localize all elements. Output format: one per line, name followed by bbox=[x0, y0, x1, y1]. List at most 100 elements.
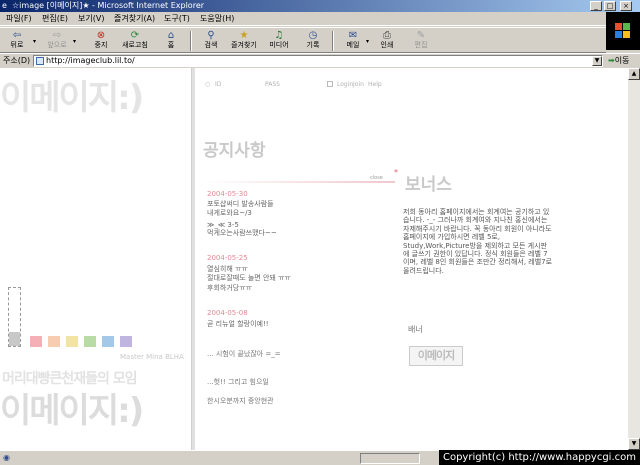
bonus-marker: * bbox=[394, 168, 398, 177]
notice-line[interactable]: ≫_≪ 3-5 bbox=[207, 221, 239, 229]
back-button[interactable]: ⇦ 뒤로 bbox=[2, 30, 32, 52]
color-swatch[interactable] bbox=[48, 336, 60, 347]
address-input[interactable]: http://imageclub.lil.to/ bbox=[33, 55, 603, 67]
printer-icon: ⎙ bbox=[383, 30, 391, 41]
notice-divider bbox=[203, 181, 395, 183]
join-link[interactable]: Join bbox=[353, 81, 364, 88]
notice-date: 2004-05-08 bbox=[207, 309, 248, 317]
color-swatch[interactable] bbox=[84, 336, 96, 347]
dashed-box-fill bbox=[9, 332, 20, 346]
edit-icon: ✎ bbox=[416, 30, 426, 41]
notice-close-link[interactable]: close bbox=[370, 175, 383, 181]
history-icon: ◷ bbox=[308, 30, 318, 41]
banner-image[interactable]: 이메이지 bbox=[409, 346, 463, 366]
login-checkbox[interactable] bbox=[327, 81, 333, 87]
menu-file[interactable]: 파일(F) bbox=[6, 13, 32, 25]
favorites-button[interactable]: ★ 즐겨찾기 bbox=[229, 30, 259, 52]
notice-date: 2004-05-30 bbox=[207, 190, 248, 198]
title-bar: e ☆image [이메이지]★ - Microsoft Internet Ex… bbox=[0, 0, 640, 12]
bonus-text: 저희 동아리 홈페이지에서는 회계여는 공기하고 있습니다. -_- 그러나까 … bbox=[403, 208, 553, 275]
notice-line[interactable]: 내게로와요~/3 bbox=[207, 209, 252, 217]
banner-label: 배너 bbox=[408, 325, 423, 334]
menu-bar: 파일(F) 편집(E) 보기(V) 즐겨찾기(A) 도구(T) 도움말(H) bbox=[0, 12, 640, 26]
color-swatch[interactable] bbox=[120, 336, 132, 347]
notice-line[interactable]: 열심히해 ㅠㅠ bbox=[207, 265, 248, 273]
home-icon: ⌂ bbox=[167, 30, 175, 41]
notice-line[interactable]: 곧 리뉴얼 할랑이예!! bbox=[207, 320, 269, 328]
stop-button[interactable]: ⊗ 중지 bbox=[86, 30, 116, 52]
notice-title: 공지사항 bbox=[203, 141, 266, 161]
toolbar: ⇦ 뒤로 ▾ ⇨ 앞으로 ▾ ⊗ 중지 ⟳ 새로고침 ⌂ 홈 ⚲ 검색 ★ 즐겨… bbox=[0, 27, 606, 53]
help-link[interactable]: Help bbox=[368, 81, 382, 88]
notice-line[interactable]: 절대로잘때도 놀면 안돼 ㅠㅠ bbox=[207, 274, 291, 282]
go-button[interactable]: ➡이동 bbox=[608, 55, 629, 67]
forward-arrow-icon: ⇨ bbox=[52, 30, 62, 41]
page-icon bbox=[36, 57, 44, 65]
maximize-button[interactable]: □ bbox=[604, 1, 616, 11]
edit-button[interactable]: ✎ 편집 bbox=[406, 30, 436, 52]
favorites-icon: ★ bbox=[239, 30, 249, 41]
dashed-box bbox=[8, 287, 21, 347]
master-label: Master Mina BLHA bbox=[120, 353, 184, 361]
stop-icon: ⊗ bbox=[96, 30, 106, 41]
status-page-icon: ◉ bbox=[3, 453, 10, 462]
site-logo-bottom: 이메이지:) bbox=[0, 391, 144, 431]
home-button[interactable]: ⌂ 홈 bbox=[156, 30, 186, 52]
forward-dropdown-icon[interactable]: ▾ bbox=[73, 38, 76, 45]
address-dropdown-icon[interactable]: ▼ bbox=[592, 56, 602, 66]
scroll-down-icon[interactable]: ▼ bbox=[628, 438, 640, 450]
menu-help[interactable]: 도움말(H) bbox=[200, 13, 234, 25]
vertical-scrollbar[interactable]: ▲ ▼ bbox=[628, 68, 640, 450]
menu-edit[interactable]: 편집(E) bbox=[42, 13, 68, 25]
search-button[interactable]: ⚲ 검색 bbox=[196, 30, 226, 52]
address-label: 주소(D) bbox=[3, 56, 31, 65]
browser-window: e ☆image [이메이지]★ - Microsoft Internet Ex… bbox=[0, 0, 640, 465]
toolbar-separator bbox=[190, 31, 192, 51]
window-title: ☆image [이메이지]★ - Microsoft Internet Expl… bbox=[12, 1, 205, 10]
notice-extra[interactable]: 한시오분까지 중앙현관 bbox=[207, 396, 274, 406]
media-button[interactable]: ♫ 미디어 bbox=[264, 30, 294, 52]
print-button[interactable]: ⎙ 인쇄 bbox=[372, 30, 402, 52]
notice-date: 2004-05-25 bbox=[207, 254, 248, 262]
back-dropdown-icon[interactable]: ▾ bbox=[33, 38, 36, 45]
back-arrow-icon: ⇦ bbox=[12, 30, 22, 41]
history-button[interactable]: ◷ 기록 bbox=[298, 30, 328, 52]
mail-icon: ✉ bbox=[348, 30, 358, 41]
pass-label[interactable]: PASS bbox=[265, 81, 280, 88]
address-url: http://imageclub.lil.to/ bbox=[46, 56, 135, 65]
notice-extra[interactable]: ...헛!! 그리고 힘으일 bbox=[207, 377, 269, 387]
mail-dropdown-icon[interactable]: ▾ bbox=[366, 38, 369, 45]
address-bar: 주소(D) http://imageclub.lil.to/ ▼ ➡이동 bbox=[0, 53, 640, 67]
panel-divider bbox=[191, 68, 195, 450]
color-swatch[interactable] bbox=[102, 336, 114, 347]
forward-button[interactable]: ⇨ 앞으로 bbox=[42, 30, 72, 52]
left-panel: 이메이지:) Master Mina BLHA 머리대빵큰천재들의 모임 이메이… bbox=[0, 68, 192, 450]
copyright-banner: Copyright(c) http://www.happycgi.com bbox=[438, 450, 640, 465]
notice-extra[interactable]: ... 시험이 끝났잖아 =_= bbox=[207, 349, 281, 359]
menu-view[interactable]: 보기(V) bbox=[78, 13, 104, 25]
notice-line[interactable]: 포토샵써디 발송사람들 bbox=[207, 200, 274, 208]
color-swatch[interactable] bbox=[66, 336, 78, 347]
page-viewport: 이메이지:) Master Mina BLHA 머리대빵큰천재들의 모임 이메이… bbox=[0, 68, 628, 450]
scroll-up-icon[interactable]: ▲ bbox=[628, 68, 640, 80]
minimize-button[interactable]: _ bbox=[590, 1, 602, 11]
login-link[interactable]: Login bbox=[337, 81, 353, 88]
status-cell bbox=[360, 453, 420, 464]
go-arrow-icon: ➡ bbox=[608, 56, 615, 65]
menu-favorites[interactable]: 즐겨찾기(A) bbox=[114, 13, 155, 25]
media-icon: ♫ bbox=[274, 30, 284, 41]
notice-line[interactable]: 후회하거당ㅠㅠ bbox=[207, 284, 252, 292]
search-icon: ⚲ bbox=[207, 30, 215, 41]
close-button[interactable]: × bbox=[620, 1, 632, 11]
toolbar-separator bbox=[332, 31, 334, 51]
refresh-button[interactable]: ⟳ 새로고침 bbox=[120, 30, 150, 52]
refresh-icon: ⟳ bbox=[130, 30, 140, 41]
windows-flag-icon bbox=[615, 23, 631, 39]
color-swatch[interactable] bbox=[30, 336, 42, 347]
ie-icon: e bbox=[2, 1, 7, 10]
notice-line[interactable]: 먹게오는사람쓰맸다~~ bbox=[207, 229, 277, 237]
menu-tools[interactable]: 도구(T) bbox=[164, 13, 190, 25]
windows-logo bbox=[606, 12, 640, 50]
mail-button[interactable]: ✉ 메일 bbox=[338, 30, 368, 52]
id-label[interactable]: ID bbox=[215, 81, 221, 88]
